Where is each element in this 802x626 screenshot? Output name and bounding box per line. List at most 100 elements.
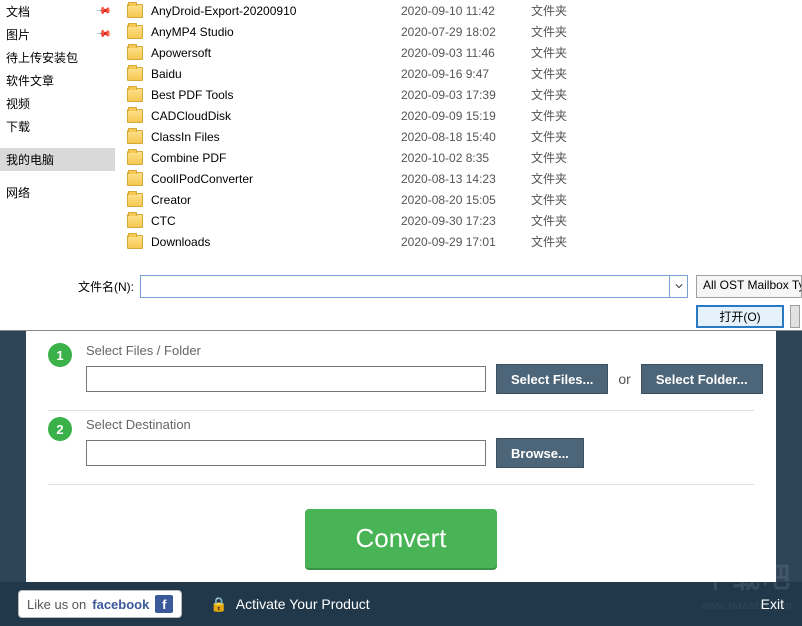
step-1-row: 1 Select Files / Folder Select Files... … [48, 343, 754, 394]
step-1-label: Select Files / Folder [86, 343, 763, 358]
file-row[interactable]: Downloads2020-09-29 17:01文件夹 [115, 231, 802, 252]
folder-icon [127, 235, 143, 249]
lock-icon: 🔒 [210, 596, 227, 613]
file-type: 文件夹 [531, 107, 611, 124]
folder-icon [127, 88, 143, 102]
file-date: 2020-09-16 9:47 [401, 67, 531, 81]
facebook-icon: f [155, 595, 173, 613]
filename-label: 文件名(N): [0, 278, 140, 295]
sidebar-item-label: 网络 [6, 184, 30, 201]
sidebar-item[interactable]: 下载 [0, 115, 115, 138]
sidebar-item-label: 软件文章 [6, 72, 54, 89]
sidebar-item-label: 图片 [6, 26, 30, 43]
activate-link[interactable]: 🔒 Activate Your Product [210, 596, 369, 613]
file-name: Downloads [151, 235, 401, 249]
file-name: Creator [151, 193, 401, 207]
file-type: 文件夹 [531, 65, 611, 82]
file-name: CoolIPodConverter [151, 172, 401, 186]
dialog-button-bar: 打开(O) [0, 302, 802, 330]
file-name: ClassIn Files [151, 130, 401, 144]
exit-button[interactable]: Exit [761, 596, 784, 612]
file-type: 文件夹 [531, 44, 611, 61]
quick-access-sidebar: 文档📌 图片 📌 待上传安装包软件文章视频下载我的电脑网络 [0, 0, 115, 258]
activate-text: Activate Your Product [236, 596, 370, 612]
pin-icon: 📌 [94, 3, 111, 20]
file-row[interactable]: Apowersoft2020-09-03 11:46文件夹 [115, 42, 802, 63]
file-type: 文件夹 [531, 233, 611, 250]
file-type: 文件夹 [531, 128, 611, 145]
folder-icon [127, 67, 143, 81]
file-type: 文件夹 [531, 212, 611, 229]
file-date: 2020-09-29 17:01 [401, 235, 531, 249]
step-2-label: Select Destination [86, 417, 754, 432]
sidebar-item-label: 视频 [6, 95, 30, 112]
file-date: 2020-07-29 18:02 [401, 25, 531, 39]
facebook-like-button[interactable]: Like us on facebook f [18, 590, 182, 618]
file-date: 2020-08-20 15:05 [401, 193, 531, 207]
step-1-badge: 1 [48, 343, 72, 367]
folder-icon [127, 214, 143, 228]
folder-icon [127, 172, 143, 186]
file-list[interactable]: AnyDroid-Export-202009102020-09-10 11:42… [115, 0, 802, 258]
sidebar-item[interactable]: 待上传安装包 [0, 46, 115, 69]
file-date: 2020-10-02 8:35 [401, 151, 531, 165]
file-date: 2020-09-30 17:23 [401, 214, 531, 228]
file-name: CTC [151, 214, 401, 228]
folder-icon [127, 130, 143, 144]
filename-dropdown-button[interactable] [670, 275, 688, 298]
convert-button[interactable]: Convert [305, 509, 496, 568]
filename-bar: 文件名(N): All OST Mailbox Ty [0, 270, 802, 298]
folder-icon [127, 46, 143, 60]
file-name: Best PDF Tools [151, 88, 401, 102]
file-name: CADCloudDisk [151, 109, 401, 123]
file-name: Baidu [151, 67, 401, 81]
sidebar-item[interactable]: 软件文章 [0, 69, 115, 92]
file-date: 2020-09-09 15:19 [401, 109, 531, 123]
folder-icon [127, 193, 143, 207]
file-date: 2020-09-10 11:42 [401, 4, 531, 18]
file-type: 文件夹 [531, 170, 611, 187]
file-row[interactable]: Creator2020-08-20 15:05文件夹 [115, 189, 802, 210]
sidebar-item[interactable]: 我的电脑 [0, 148, 115, 171]
file-row[interactable]: CADCloudDisk2020-09-09 15:19文件夹 [115, 105, 802, 126]
browse-button[interactable]: Browse... [496, 438, 584, 468]
file-row[interactable]: AnyDroid-Export-202009102020-09-10 11:42… [115, 0, 802, 21]
file-row[interactable]: CTC2020-09-30 17:23文件夹 [115, 210, 802, 231]
file-row[interactable]: Best PDF Tools2020-09-03 17:39文件夹 [115, 84, 802, 105]
file-row[interactable]: AnyMP4 Studio2020-07-29 18:02文件夹 [115, 21, 802, 42]
file-name: Apowersoft [151, 46, 401, 60]
open-button[interactable]: 打开(O) [696, 305, 784, 328]
like-us-text: Like us on [27, 597, 86, 612]
file-type-filter[interactable]: All OST Mailbox Ty [696, 275, 802, 298]
main-panel: 1 Select Files / Folder Select Files... … [26, 331, 776, 594]
folder-icon [127, 4, 143, 18]
footer-bar: Like us on facebook f 🔒 Activate Your Pr… [0, 582, 802, 626]
sidebar-item[interactable]: 视频 [0, 92, 115, 115]
file-name: AnyMP4 Studio [151, 25, 401, 39]
file-open-dialog: 文档📌 图片 📌 待上传安装包软件文章视频下载我的电脑网络 AnyDroid-Expo… [0, 0, 802, 330]
divider [48, 410, 754, 411]
converter-app: 1 Select Files / Folder Select Files... … [0, 330, 802, 626]
file-type: 文件夹 [531, 191, 611, 208]
file-date: 2020-09-03 17:39 [401, 88, 531, 102]
filename-input[interactable] [140, 275, 670, 298]
facebook-word: facebook [92, 597, 149, 612]
file-type: 文件夹 [531, 86, 611, 103]
cancel-button-partial[interactable] [790, 305, 800, 328]
select-folder-button[interactable]: Select Folder... [641, 364, 763, 394]
select-files-button[interactable]: Select Files... [496, 364, 608, 394]
sidebar-item[interactable]: 网络 [0, 181, 115, 204]
file-row[interactable]: ClassIn Files2020-08-18 15:40文件夹 [115, 126, 802, 147]
source-path-input[interactable] [86, 366, 486, 392]
sidebar-item[interactable]: 文档📌 [0, 0, 115, 23]
destination-path-input[interactable] [86, 440, 486, 466]
sidebar-item-label: 待上传安装包 [6, 49, 78, 66]
or-text: or [618, 371, 630, 387]
folder-icon [127, 25, 143, 39]
folder-icon [127, 109, 143, 123]
file-row[interactable]: CoolIPodConverter2020-08-13 14:23文件夹 [115, 168, 802, 189]
file-row[interactable]: Baidu2020-09-16 9:47文件夹 [115, 63, 802, 84]
pin-icon: 📌 [94, 26, 111, 43]
file-row[interactable]: Combine PDF2020-10-02 8:35文件夹 [115, 147, 802, 168]
sidebar-item[interactable]: 图片 📌 [0, 23, 115, 46]
